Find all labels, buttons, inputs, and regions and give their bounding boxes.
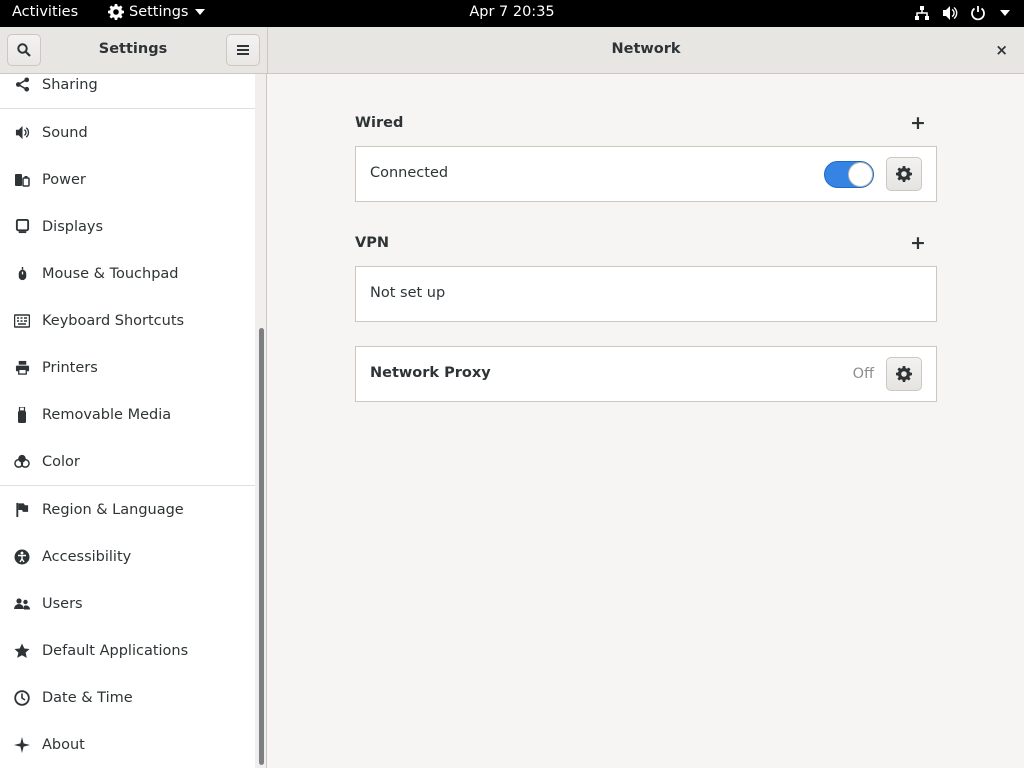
system-tray[interactable] <box>914 5 1010 21</box>
wired-settings-button[interactable] <box>886 157 922 191</box>
sidebar-item-label: Region & Language <box>42 501 184 518</box>
hamburger-icon <box>237 45 249 55</box>
proxy-settings-button[interactable] <box>886 357 922 391</box>
network-proxy-status: Off <box>852 366 874 382</box>
app-menu-label: Settings <box>129 4 189 20</box>
primary-menu-button[interactable] <box>226 34 260 66</box>
wired-toggle[interactable] <box>824 161 874 188</box>
color-icon <box>14 454 30 470</box>
sidebar-title: Settings <box>98 41 168 57</box>
sidebar-item-users[interactable]: Users <box>0 580 255 627</box>
toggle-knob <box>848 162 873 187</box>
sidebar-item-label: Sharing <box>42 76 98 93</box>
activities-button[interactable]: Activities <box>12 4 78 20</box>
accessibility-icon <box>14 549 30 565</box>
sidebar-item-mouse-touchpad[interactable]: Mouse & Touchpad <box>0 250 255 297</box>
sidebar-item-displays[interactable]: Displays <box>0 203 255 250</box>
wired-connection-row: Connected <box>355 146 937 202</box>
display-icon <box>14 219 30 235</box>
vpn-status: Not set up <box>370 285 446 301</box>
volume-icon <box>943 6 958 20</box>
flag-icon <box>14 502 30 518</box>
sidebar-item-sharing[interactable]: Sharing <box>0 74 255 108</box>
clock-label[interactable]: Apr 7 20:35 <box>469 4 554 20</box>
sidebar-item-label: Keyboard Shortcuts <box>42 312 185 329</box>
wired-status: Connected <box>370 165 449 181</box>
top-bar: Activities Settings Apr 7 20:35 <box>0 0 1024 27</box>
sidebar-item-sound[interactable]: Sound <box>0 109 255 156</box>
network-panel: Wired + Connected VPN + Not set up Netwo… <box>268 74 1024 768</box>
power-plug-icon <box>14 172 30 188</box>
sidebar-item-label: Displays <box>42 218 104 235</box>
printer-icon <box>14 360 30 376</box>
gear-icon <box>896 366 912 382</box>
sidebar-item-label: Printers <box>42 359 98 376</box>
network-wired-icon <box>915 6 929 20</box>
gear-icon <box>108 4 124 20</box>
speaker-icon <box>14 125 30 141</box>
add-vpn-button[interactable]: + <box>910 234 926 253</box>
vpn-section-title: VPN <box>355 235 389 251</box>
power-icon <box>971 6 985 21</box>
page-title: Network <box>611 41 681 57</box>
sidebar-item-label: Sound <box>42 124 88 141</box>
sidebar-item-power[interactable]: Power <box>0 156 255 203</box>
header-bar: Settings Network × <box>0 27 1024 74</box>
sidebar-item-label: Removable Media <box>42 406 172 423</box>
sidebar-item-label: Default Applications <box>42 642 189 659</box>
sidebar-item-printers[interactable]: Printers <box>0 344 255 391</box>
search-icon <box>17 43 31 57</box>
chevron-down-icon <box>1000 10 1010 16</box>
users-icon <box>14 596 30 612</box>
sidebar-item-label: About <box>42 736 85 753</box>
sidebar-item-label: Mouse & Touchpad <box>42 265 179 282</box>
sidebar-item-label: Power <box>42 171 86 188</box>
close-button[interactable]: × <box>995 41 1008 59</box>
gear-icon <box>896 166 912 182</box>
search-button[interactable] <box>7 34 41 66</box>
share-icon <box>14 77 30 93</box>
sidebar-item-color[interactable]: Color <box>0 438 255 485</box>
usb-icon <box>14 406 30 423</box>
sidebar: Sharing Sound Power Displays Mouse & Tou… <box>0 74 255 768</box>
keyboard-icon <box>14 313 30 329</box>
chevron-down-icon <box>195 9 206 15</box>
star-icon <box>14 643 30 659</box>
sidebar-item-label: Color <box>42 453 80 470</box>
sidebar-item-label: Users <box>42 595 83 612</box>
sidebar-item-about[interactable]: About <box>0 721 255 768</box>
sidebar-item-accessibility[interactable]: Accessibility <box>0 533 255 580</box>
sidebar-item-default-applications[interactable]: Default Applications <box>0 627 255 674</box>
app-menu[interactable]: Settings <box>108 4 206 20</box>
sidebar-item-removable-media[interactable]: Removable Media <box>0 391 255 438</box>
network-proxy-row[interactable]: Network Proxy Off <box>355 346 937 402</box>
sidebar-item-label: Accessibility <box>42 548 132 565</box>
sidebar-item-label: Date & Time <box>42 689 133 706</box>
sidebar-scrollbar-thumb[interactable] <box>259 328 264 765</box>
sidebar-item-date-time[interactable]: Date & Time <box>0 674 255 721</box>
sparkle-icon <box>14 736 30 753</box>
network-proxy-label: Network Proxy <box>370 365 491 381</box>
sidebar-item-region-language[interactable]: Region & Language <box>0 486 255 533</box>
mouse-icon <box>14 266 30 282</box>
clock-icon <box>14 689 30 706</box>
add-wired-button[interactable]: + <box>910 114 926 133</box>
wired-section-title: Wired <box>355 115 404 131</box>
vpn-row: Not set up <box>355 266 937 322</box>
sidebar-item-keyboard-shortcuts[interactable]: Keyboard Shortcuts <box>0 297 255 344</box>
